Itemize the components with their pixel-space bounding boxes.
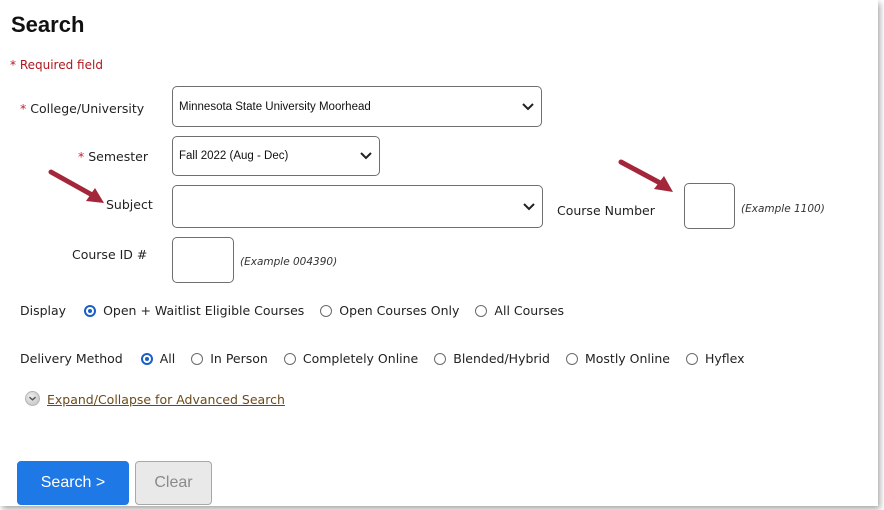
delivery-option-blended-hybrid[interactable]: Blended/Hybrid <box>434 351 550 366</box>
course-id-input[interactable] <box>172 237 234 283</box>
course-number-example: (Example 1100) <box>741 203 825 215</box>
semester-select[interactable]: Fall 2022 (Aug - Dec) <box>172 136 380 176</box>
required-marker: * <box>20 101 27 116</box>
display-option-all[interactable]: All Courses <box>475 303 564 318</box>
delivery-option-hyflex[interactable]: Hyflex <box>685 351 745 366</box>
radio-icon[interactable] <box>320 304 333 317</box>
display-label: Display <box>20 303 67 318</box>
delivery-option-in-person[interactable]: In Person <box>191 351 268 366</box>
college-select[interactable]: Minnesota State University Moorhead <box>172 86 542 127</box>
advanced-search-link[interactable]: Expand/Collapse for Advanced Search <box>47 392 285 407</box>
search-panel: Search * Required field * College/Univer… <box>0 0 878 506</box>
radio-icon[interactable] <box>565 352 578 365</box>
page-title: Search <box>11 12 85 37</box>
course-id-label: Course ID # <box>72 247 148 262</box>
course-id-example: (Example 004390) <box>240 256 338 268</box>
delivery-radio-group: Delivery Method All In Person Completely… <box>20 351 761 366</box>
course-number-label: Course Number <box>557 203 655 218</box>
radio-selected-icon[interactable] <box>84 304 97 317</box>
clear-button[interactable]: Clear <box>135 461 212 505</box>
delivery-option-all[interactable]: All <box>140 351 175 366</box>
delivery-option-mostly-online[interactable]: Mostly Online <box>565 351 670 366</box>
display-option-open-only[interactable]: Open Courses Only <box>320 303 459 318</box>
delivery-label: Delivery Method <box>20 351 123 366</box>
radio-icon[interactable] <box>283 352 296 365</box>
semester-select-value: Fall 2022 (Aug - Dec) <box>179 150 289 162</box>
arrow-icon <box>48 169 104 203</box>
expand-circle-icon[interactable] <box>25 391 40 406</box>
radio-icon[interactable] <box>434 352 447 365</box>
chevron-down-icon <box>29 396 36 401</box>
radio-icon[interactable] <box>191 352 204 365</box>
search-button[interactable]: Search > <box>17 461 129 505</box>
required-field-note: * Required field <box>10 58 103 72</box>
chevron-down-icon <box>523 202 535 210</box>
display-option-open-waitlist[interactable]: Open + Waitlist Eligible Courses <box>84 303 304 318</box>
college-label: * College/University <box>20 101 145 116</box>
arrow-icon <box>618 159 673 192</box>
chevron-down-icon <box>522 102 534 110</box>
radio-icon[interactable] <box>475 304 488 317</box>
subject-label: Subject <box>106 197 153 212</box>
subject-select[interactable] <box>172 185 543 228</box>
semester-label: * Semester <box>78 149 148 164</box>
radio-selected-icon[interactable] <box>140 352 153 365</box>
delivery-option-completely-online[interactable]: Completely Online <box>283 351 418 366</box>
course-number-input[interactable] <box>684 183 735 229</box>
display-radio-group: Display Open + Waitlist Eligible Courses… <box>20 303 580 318</box>
radio-icon[interactable] <box>685 352 698 365</box>
college-select-value: Minnesota State University Moorhead <box>179 100 371 113</box>
chevron-down-icon <box>360 152 372 160</box>
required-marker: * <box>78 149 85 164</box>
